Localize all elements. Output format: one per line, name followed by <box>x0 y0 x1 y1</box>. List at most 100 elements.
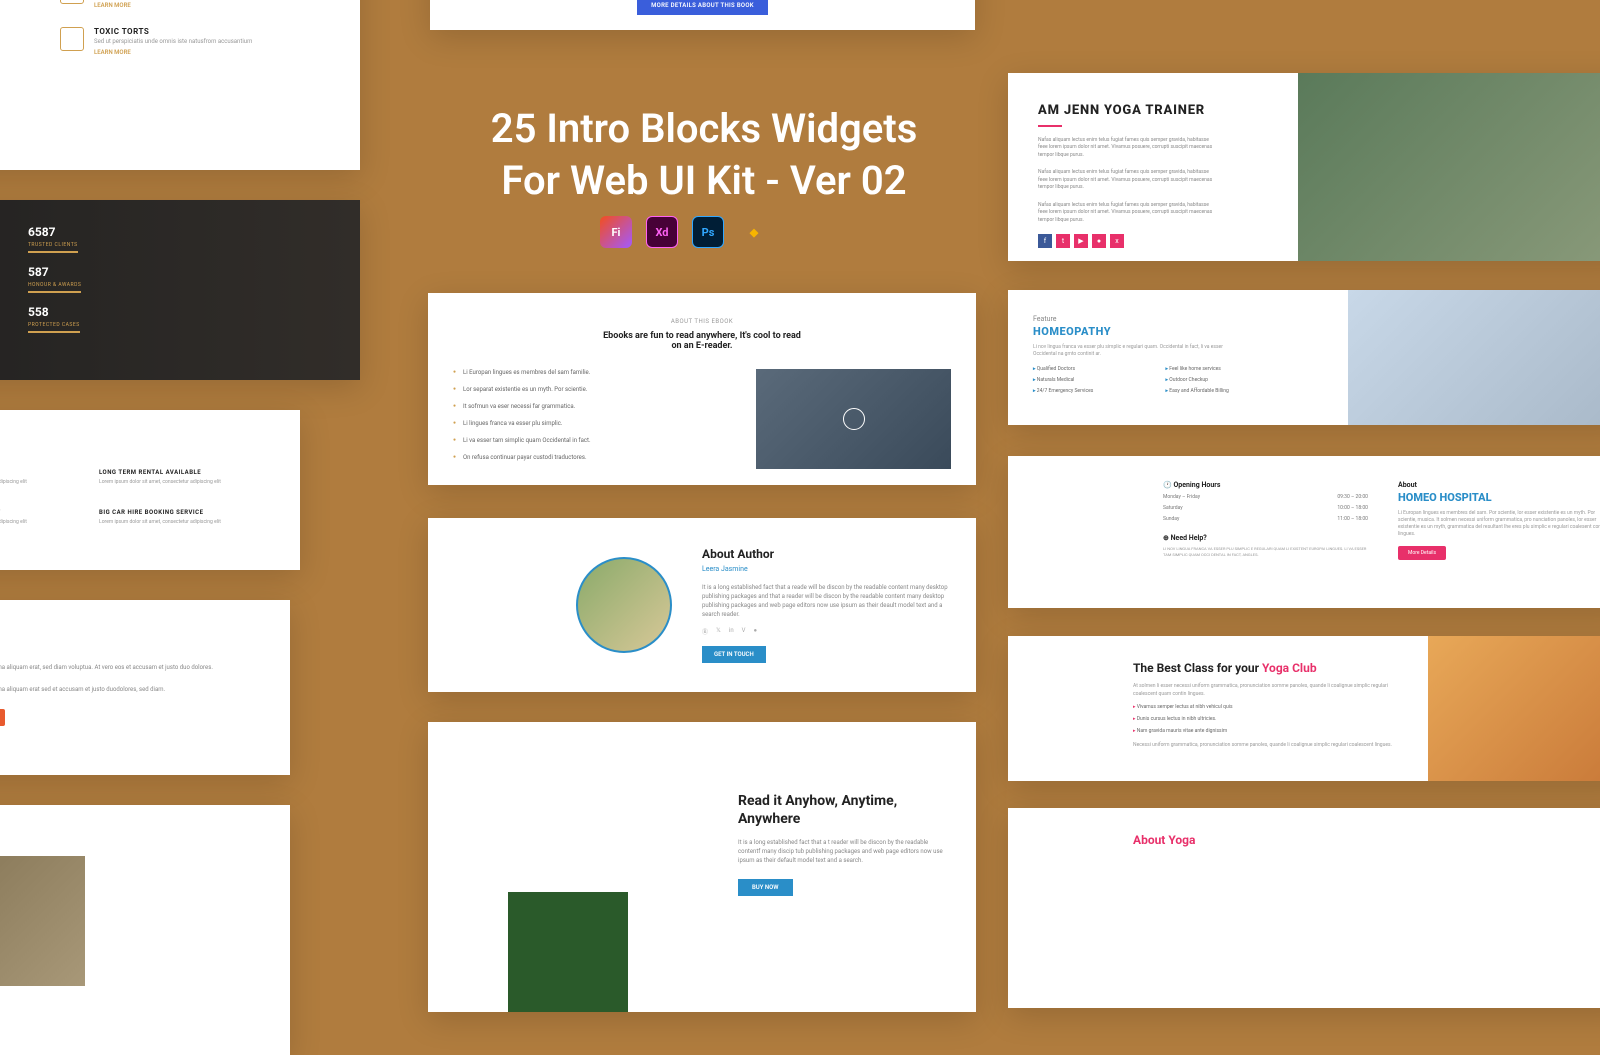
day: Saturday <box>1163 505 1183 511</box>
card-homeopathy: Feature HOMEOPATHY Li nov lingua franca … <box>1008 290 1600 425</box>
feature-title: 600+ VECHICLES IN OUR FEET <box>0 509 81 516</box>
list-item: Outdoor Checkup <box>1166 377 1284 383</box>
ebook-eyebrow: ABOUT THIS EBOOK <box>453 318 951 325</box>
stat-num: 6587 <box>28 225 78 239</box>
list-item: 24/7 Emergency Services <box>1033 388 1151 394</box>
vimeo-icon[interactable]: V <box>742 627 746 636</box>
yoga-text: Nafas aliquam lectus enim telus fugiat f… <box>1038 169 1218 192</box>
xing-icon[interactable]: x <box>1110 234 1124 248</box>
xd-icon: Xd <box>646 216 678 248</box>
behance-icon[interactable]: Ⓑ <box>702 627 708 636</box>
learn-more-link[interactable]: LEARN MORE <box>94 49 252 56</box>
read-text: It is a long established fact that a t r… <box>738 838 946 865</box>
law-text: Diam nonumy tempor invidunt ut labore et… <box>0 685 265 695</box>
social-icons: Ⓑ 𝕏 in V ● <box>702 627 948 636</box>
card-legal: CRIMINAL LAW Sed ut perspiciatis unde om… <box>0 0 360 170</box>
dribbble-icon[interactable]: ● <box>1092 234 1106 248</box>
read-title: Read it Anyhow, Anytime, Anywhere <box>738 792 946 828</box>
about-label: About <box>1398 481 1600 489</box>
author-text: It is a long established fact that a rea… <box>702 583 948 619</box>
time: 10:00 – 18:00 <box>1337 505 1368 511</box>
service-title: TOXIC TORTS <box>94 27 252 36</box>
list-item: Easy and Affordable Billing <box>1166 388 1284 394</box>
download-case-study-button[interactable]: DOWNLOAD CASE STUDY <box>0 709 5 726</box>
homeo-image <box>1348 290 1600 425</box>
list-item: Naturals Medical <box>1033 377 1151 383</box>
linkedin-icon[interactable]: in <box>729 627 734 636</box>
tool-icons: Fi Xd Ps ◆ <box>600 216 770 248</box>
hospital-text: Li Europan lingues es membres del sam. P… <box>1398 510 1600 538</box>
author-avatar <box>576 557 672 653</box>
stat-label: PROTECTED CASES <box>28 322 80 333</box>
list-item: It sofmun va eser necessi far grammatica… <box>453 403 731 410</box>
card-about-yoga: About Yoga <box>1008 808 1600 1008</box>
sketch-icon: ◆ <box>738 216 770 248</box>
author-name: Leera Jasmine <box>702 565 948 573</box>
learn-more-link[interactable]: LEARN MORE <box>94 2 252 9</box>
opening-hours-title: 🕐 Opening Hours <box>1163 481 1368 489</box>
feature-title: BIG CAR HIRE BOOKING SERVICE <box>99 509 275 516</box>
homeo-text: Li nov lingua franca va esser plu simpli… <box>1033 344 1223 358</box>
feature-desc: Lorem ipsum dolor sit amet, consectetur … <box>99 519 275 525</box>
hospital-title: HOMEO HOSPITAL <box>1398 491 1600 504</box>
day: Monday – Friday <box>1163 494 1200 500</box>
feature-desc: Lorem ipsum dolor sit amet, consectetur … <box>0 479 81 485</box>
twitter-icon[interactable]: t <box>1056 234 1070 248</box>
yoga-text: Nafas aliquam lectus enim telus fugiat f… <box>1038 202 1218 225</box>
time: 11:00 – 18:00 <box>1337 516 1368 522</box>
card-hospital: 🕐 Opening Hours Monday – Friday 09:30 – 2… <box>1008 456 1600 608</box>
law-eyebrow: My Info <box>0 625 265 634</box>
club-text: At solmen li esser necessi uniform gramm… <box>1133 683 1393 698</box>
service-desc: Sed ut perspiciatis unde omnis iste natu… <box>94 38 252 45</box>
travel-title: ravel <box>0 830 265 844</box>
club-text: Necessi uniform grammatica, pronunciatio… <box>1133 742 1393 750</box>
youtube-icon[interactable]: ▶ <box>1074 234 1088 248</box>
stats-grid: 5587SOLVED CASES 6587TRUSTED CLIENTS 858… <box>0 225 86 333</box>
card-yoga-trainer: AM JENN YOGA TRAINER Nafas aliquam lectu… <box>1008 73 1600 261</box>
card-read: Read it Anyhow, Anytime, Anywhere It is … <box>428 722 976 1012</box>
author-title: About Author <box>702 547 948 561</box>
list-item: Li Europan lingues es membres del sam fa… <box>453 369 731 376</box>
card-author: About Author Leera Jasmine It is a long … <box>428 518 976 692</box>
buy-now-button[interactable]: BUY NOW <box>738 879 793 896</box>
dribbble-icon[interactable]: ● <box>753 627 757 636</box>
get-in-touch-button[interactable]: GET IN TOUCH <box>702 646 766 663</box>
card-yoga-club: The Best Class for your Yoga Club At sol… <box>1008 636 1600 781</box>
time: 09:30 – 20:00 <box>1337 494 1368 500</box>
more-details-button[interactable]: More Details <box>1398 546 1446 560</box>
list-item: Li lingues franca va esser plu simplic. <box>453 420 731 427</box>
stat-num: 558 <box>28 305 80 319</box>
help-text: LI NOV LINGUA FRANCA VA ESSER PLU SIMPLI… <box>1163 546 1368 557</box>
ebook-title: Ebooks are fun to read anywhere, It's co… <box>602 331 802 351</box>
book-details-button[interactable]: MORE DETAILS ABOUT THIS BOOK <box>637 0 768 15</box>
ebook-list: Li Europan lingues es membres del sam fa… <box>453 369 731 471</box>
law-title: ALL ABOUT MY LAW <box>0 637 265 651</box>
law-icon <box>60 0 84 4</box>
list-item: Li va esser tam simplic quam Occidental … <box>453 437 731 444</box>
facebook-icon[interactable]: f <box>1038 234 1052 248</box>
card-stats: ACHIVED Diam nonumy eirmod Lee dolor sit… <box>0 200 360 380</box>
list-item: Feel like home services <box>1166 366 1284 372</box>
feature-desc: Lorem ipsum dolor sit amet, consectetur … <box>99 479 275 485</box>
feature-title: LONG TERM RENTAL AVAILABLE <box>99 469 275 476</box>
feature-desc: Lorem ipsum dolor sit amet, consectetur … <box>0 519 81 525</box>
twitter-icon[interactable]: 𝕏 <box>716 627 721 636</box>
yoga-text: Nafas aliquam lectus enim telus fugiat f… <box>1038 137 1218 160</box>
play-icon[interactable] <box>843 408 865 430</box>
hero-title: 25 Intro Blocks Widgets For Web UI Kit -… <box>474 103 934 207</box>
club-image <box>1428 636 1600 781</box>
list-item: Qualified Doctors <box>1033 366 1151 372</box>
law-icon <box>60 27 84 51</box>
travel-image <box>0 856 85 986</box>
day: Sunday <box>1163 516 1179 522</box>
card-us: US? AFFORDABLE CAR RENTALSLorem ipsum do… <box>0 410 300 570</box>
photoshop-icon: Ps <box>692 216 724 248</box>
card-law: My Info ALL ABOUT MY LAW Diam nonumy tem… <box>0 600 290 775</box>
ebook-image <box>756 369 951 469</box>
card-ebook: ABOUT THIS EBOOK Ebooks are fun to read … <box>428 293 976 485</box>
card-book: MORE DETAILS ABOUT THIS BOOK <box>430 0 975 30</box>
plant-image <box>508 812 628 1012</box>
stat-num: 587 <box>28 265 81 279</box>
stat-label: TRUSTED CLIENTS <box>28 242 78 253</box>
about-yoga-title: About Yoga <box>1133 833 1600 847</box>
